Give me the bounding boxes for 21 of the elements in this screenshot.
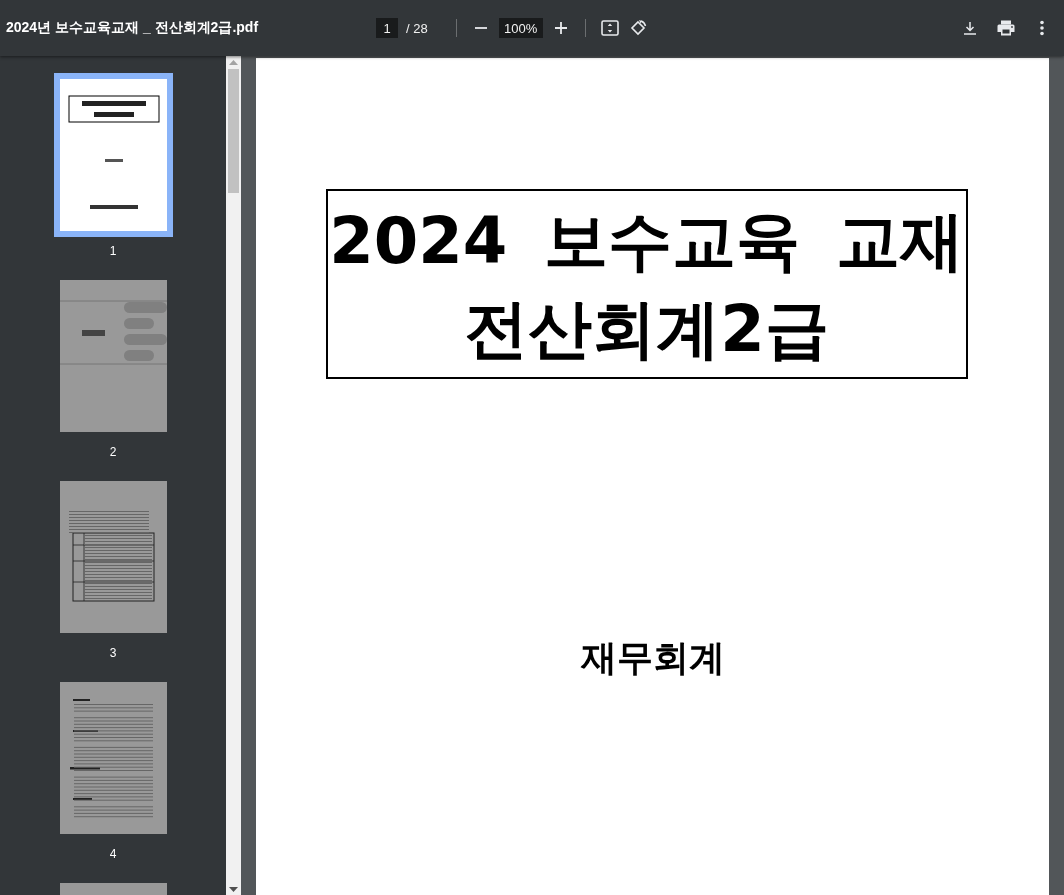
- page-number-label: 3: [109, 646, 117, 660]
- scrollbar-thumb[interactable]: [228, 69, 239, 193]
- page-thumbnail[interactable]: [53, 73, 173, 237]
- more-options-icon[interactable]: [1039, 20, 1045, 36]
- zoom-field[interactable]: 100%: [498, 18, 543, 38]
- print-icon[interactable]: [997, 20, 1015, 36]
- page-count: / 28: [406, 20, 428, 36]
- page-number-label: 4: [109, 847, 117, 861]
- fit-page-icon[interactable]: [600, 20, 619, 36]
- rotate-icon[interactable]: [628, 19, 647, 37]
- document-title: 2024년 보수교육교재 _ 전산회계2급.pdf: [5, 19, 260, 37]
- page-number-field[interactable]: 1: [376, 18, 398, 38]
- download-icon[interactable]: [963, 21, 977, 35]
- scroll-down-icon[interactable]: [229, 887, 238, 892]
- page-number-label: 2: [109, 445, 117, 459]
- page-number-label: 1: [109, 244, 117, 258]
- page-subtitle: 재무회계: [580, 636, 725, 680]
- zoom-in-icon[interactable]: [553, 21, 568, 35]
- page-title: 전산회계2급: [464, 291, 829, 368]
- scrollbar[interactable]: [226, 56, 241, 895]
- page-title: 2024 보수교육 교재: [329, 203, 964, 280]
